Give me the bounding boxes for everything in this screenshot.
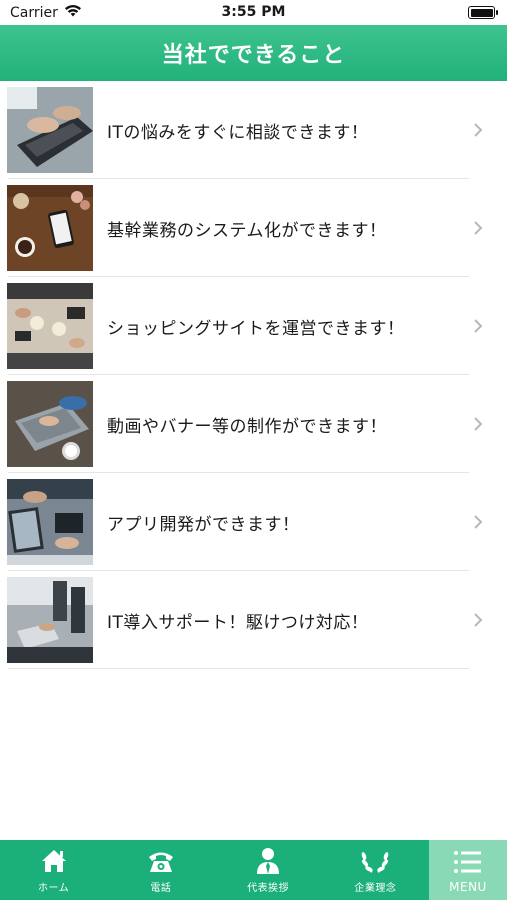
hands-devices-thumbnail (7, 479, 93, 565)
office-meeting-thumbnail (7, 577, 93, 663)
page-title: 当社でできること (161, 43, 346, 68)
menu-icon (453, 847, 483, 877)
chevron-right-icon (463, 514, 493, 530)
laptop-desk-thumbnail (7, 381, 93, 467)
list-item-label: ショッピングサイトを運営できます！ (107, 318, 405, 339)
tab-home-label: ホーム (38, 883, 70, 894)
chevron-right-icon (463, 220, 493, 236)
chevron-right-icon (463, 122, 493, 138)
list-item-label: IT導入サポート！駆けつけ対応！ (107, 612, 369, 633)
list-item-label: 基幹業務のシステム化ができます！ (107, 220, 387, 241)
tab-menu-label: MENU (449, 879, 487, 894)
laptop-typing-thumbnail (7, 87, 93, 173)
tab-greeting[interactable]: 代表挨拶 (215, 840, 322, 900)
chevron-right-icon (463, 416, 493, 432)
nav-bar: 当社でできること (0, 25, 507, 81)
list-item-label: アプリ開発ができます！ (107, 514, 300, 535)
tab-phone-label: 電話 (150, 883, 172, 894)
clock: 3:55 PM (221, 4, 286, 20)
home-icon (40, 846, 68, 876)
list-item[interactable]: アプリ開発ができます！ (0, 473, 507, 571)
list-item[interactable]: ITの悩みをすぐに相談できます！ (0, 81, 507, 179)
status-bar: Carrier 3:55 PM (0, 0, 507, 25)
chevron-right-icon (463, 612, 493, 628)
tab-greeting-label: 代表挨拶 (247, 883, 290, 894)
list-item[interactable]: ショッピングサイトを運営できます！ (0, 277, 507, 375)
list-item[interactable]: 基幹業務のシステム化ができます！ (0, 179, 507, 277)
team-table-thumbnail (7, 283, 93, 369)
laurel-icon (360, 846, 390, 876)
person-icon (255, 846, 281, 876)
tab-philosophy-label: 企業理念 (354, 883, 397, 894)
tab-home[interactable]: ホーム (0, 840, 107, 900)
tab-bar: ホーム 電話 代表挨拶 企業理念 MENU (0, 840, 507, 900)
service-list: ITの悩みをすぐに相談できます！ 基幹業務のシステム化ができます！ ショッピング… (0, 81, 507, 669)
battery-icon (468, 6, 498, 19)
list-item[interactable]: IT導入サポート！駆けつけ対応！ (0, 571, 507, 669)
tab-menu[interactable]: MENU (429, 840, 507, 900)
list-item-label: ITの悩みをすぐに相談できます！ (107, 122, 369, 143)
phone-icon (146, 846, 176, 876)
tab-phone[interactable]: 電話 (107, 840, 214, 900)
tab-philosophy[interactable]: 企業理念 (322, 840, 429, 900)
list-item[interactable]: 動画やバナー等の制作ができます！ (0, 375, 507, 473)
desk-phone-coffee-thumbnail (7, 185, 93, 271)
list-item-label: 動画やバナー等の制作ができます！ (107, 416, 387, 437)
chevron-right-icon (463, 318, 493, 334)
